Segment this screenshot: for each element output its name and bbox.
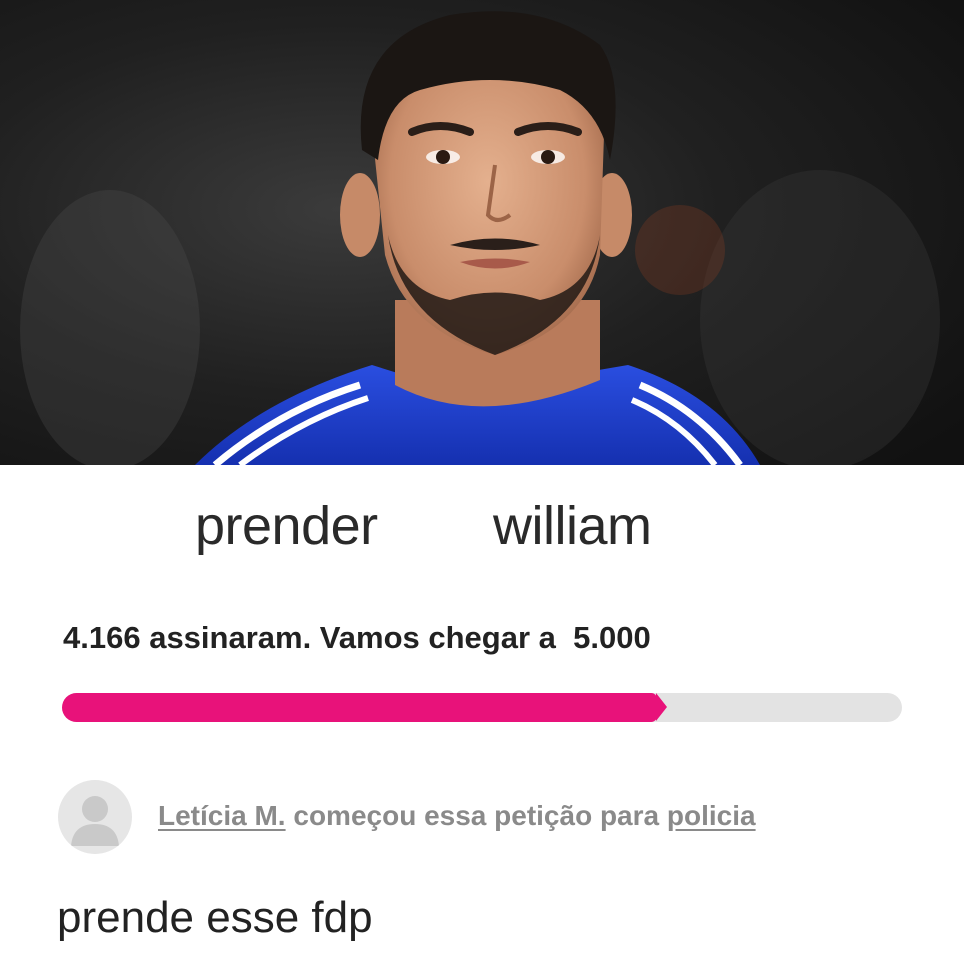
signature-goal: 5.000 xyxy=(573,620,651,655)
petition-photo xyxy=(0,0,964,465)
petition-target-link[interactable]: policia xyxy=(667,800,756,831)
user-placeholder-icon xyxy=(58,780,132,854)
petition-page: prender william 4.166 assinaram. Vamos c… xyxy=(0,0,964,970)
starter-middle-text: começou essa petição para xyxy=(293,800,660,831)
petition-title-word-1: prender xyxy=(195,496,378,556)
signature-progress-bar xyxy=(62,693,902,722)
starter-name-link[interactable]: Letícia M. xyxy=(158,800,286,831)
petition-title-word-2: william xyxy=(493,496,652,556)
signature-progress-fill xyxy=(62,693,667,722)
signed-count: 4.166 xyxy=(63,620,141,655)
signed-text: assinaram. Vamos chegar a xyxy=(149,620,556,655)
player-portrait-image xyxy=(0,0,964,465)
petition-title: prender william xyxy=(0,495,964,565)
signature-counter: 4.166 assinaram. Vamos chegar a 5.000 xyxy=(63,620,651,656)
petition-description: prende esse fdp xyxy=(57,893,373,942)
petition-starter-line: Letícia M. começou essa petição para pol… xyxy=(158,800,756,832)
